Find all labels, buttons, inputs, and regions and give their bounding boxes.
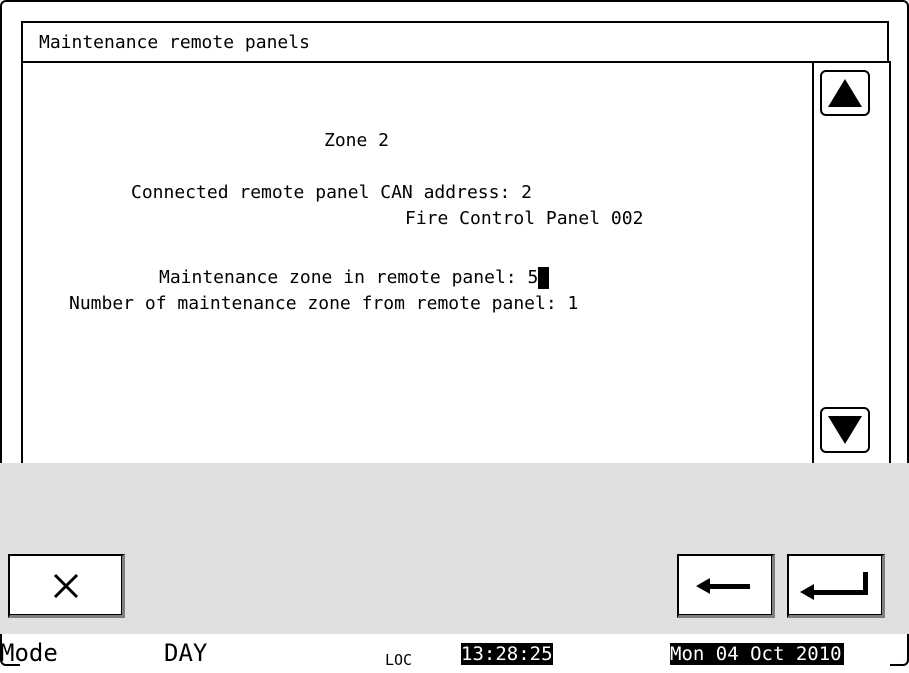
- scroll-up-button[interactable]: [820, 70, 870, 116]
- maintenance-zone-label: Maintenance zone in remote panel: 5: [159, 267, 539, 288]
- enter-return-icon: [799, 571, 868, 600]
- time-display: 13:28:25: [461, 643, 553, 665]
- cancel-button[interactable]: [8, 554, 125, 618]
- window-title: Maintenance remote panels: [39, 31, 310, 53]
- back-button[interactable]: [677, 554, 775, 618]
- loc-label: LOC: [385, 651, 413, 669]
- number-of-zone-line: Number of maintenance zone from remote p…: [69, 293, 579, 314]
- zone-label: Zone 2: [324, 130, 390, 151]
- window-title-bar: Maintenance remote panels: [21, 21, 889, 61]
- date-display: Mon 04 Oct 2010: [670, 643, 844, 665]
- triangle-up-icon: [828, 79, 862, 107]
- maintenance-zone-field[interactable]: Maintenance zone in remote panel: 5: [159, 267, 550, 289]
- mode-label: Mode: [0, 639, 58, 667]
- enter-button[interactable]: [787, 554, 885, 618]
- scroll-down-button[interactable]: [820, 407, 870, 453]
- arrow-left-icon: [695, 577, 750, 594]
- content-area: [21, 61, 891, 463]
- mode-value: DAY: [164, 639, 208, 667]
- triangle-down-icon: [828, 416, 862, 444]
- scroll-divider: [812, 61, 814, 463]
- text-cursor: [538, 267, 550, 289]
- status-bar: Mode DAY LOC 13:28:25 Mon 04 Oct 2010: [0, 634, 890, 669]
- panel-name: Fire Control Panel 002: [405, 208, 644, 229]
- can-address-line: Connected remote panel CAN address: 2: [131, 182, 532, 203]
- close-x-icon: [53, 573, 79, 598]
